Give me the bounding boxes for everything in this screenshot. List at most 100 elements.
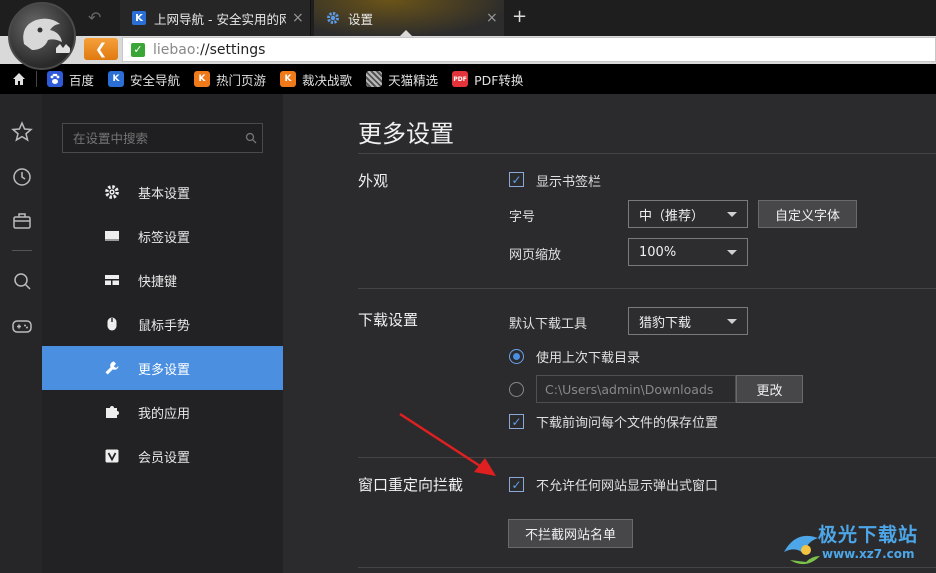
star-icon[interactable] [11, 121, 33, 143]
liebao-k-icon: K [108, 71, 125, 87]
bookmark-label: 天猫精选 [388, 72, 439, 88]
settings-search[interactable] [62, 123, 263, 153]
tab-label: 上网导航 - 安全实用的网址导航 [154, 11, 286, 27]
custom-dir-radio[interactable] [509, 382, 524, 397]
show-bookmarks-label: 显示书签栏 [536, 175, 602, 190]
download-path-field[interactable]: C:\Users\admin\Downloads [536, 375, 736, 403]
whitelist-button[interactable]: 不拦截网站名单 [508, 519, 633, 548]
checkmark-icon: ✓ [511, 477, 522, 492]
divider [358, 153, 936, 154]
puzzle-icon [104, 404, 120, 420]
tab-label: 设置 [348, 11, 374, 27]
close-icon[interactable]: × [486, 10, 498, 26]
sidebar-item-label: 更多设置 [138, 362, 191, 378]
show-bookmarks-checkbox[interactable]: ✓ [509, 172, 524, 187]
sidebar-item-label: 标签设置 [138, 230, 191, 246]
sidebar-item-basic[interactable]: 基本设置 [42, 170, 283, 214]
select-value: 中（推荐） [639, 208, 705, 224]
bookmark-baidu[interactable]: 百度 [47, 70, 94, 89]
sidebar-item-shortcuts[interactable]: 快捷键 [42, 258, 283, 302]
history-back-icon[interactable]: ↶ [88, 8, 101, 27]
sidebar-item-more[interactable]: 更多设置 [42, 346, 283, 390]
chevron-down-icon [727, 211, 737, 217]
search-icon[interactable] [245, 132, 257, 144]
back-button[interactable]: ❮ [84, 38, 118, 60]
download-tool-label: 默认下载工具 [509, 317, 588, 332]
new-tab-button[interactable]: + [512, 6, 527, 27]
search-icon[interactable] [11, 270, 33, 292]
page-title: 更多设置 [358, 120, 454, 148]
url-text: liebao://settings [153, 41, 266, 58]
bookmark-label: 热门页游 [216, 72, 267, 88]
history-clock-icon[interactable] [11, 166, 33, 188]
gamepad-icon[interactable] [11, 315, 33, 337]
secure-check-icon: ✓ [131, 42, 145, 57]
chevron-down-icon [727, 318, 737, 324]
divider [12, 250, 32, 251]
tab-navigation[interactable]: K 上网导航 - 安全实用的网址导航 × [120, 0, 311, 36]
bookmark-safe-nav[interactable]: K 安全导航 [108, 70, 180, 89]
bookmark-juedui[interactable]: K 裁决战歌 [280, 70, 352, 89]
liebao-k-icon: K [280, 71, 297, 87]
font-size-label: 字号 [509, 210, 536, 225]
ask-location-checkbox[interactable]: ✓ [509, 414, 524, 429]
mouse-icon [104, 316, 120, 332]
liebao-k-icon: K [132, 11, 146, 25]
liebao-logo-icon[interactable] [8, 2, 76, 70]
sidebar-item-my-apps[interactable]: 我的应用 [42, 390, 283, 434]
zoom-label: 网页缩放 [509, 248, 562, 263]
tab-icon [104, 228, 120, 244]
home-icon[interactable] [12, 72, 26, 86]
zoom-select[interactable]: 100% [628, 238, 748, 266]
wrench-icon [104, 360, 120, 376]
checkmark-icon: ✓ [511, 172, 522, 187]
use-last-dir-radio[interactable] [509, 349, 524, 364]
chevron-down-icon [727, 249, 737, 255]
search-input[interactable] [71, 129, 245, 147]
change-dir-button[interactable]: 更改 [736, 375, 803, 403]
pdf-icon: PDF [452, 71, 469, 87]
gear-icon [104, 184, 120, 200]
block-popup-checkbox[interactable]: ✓ [509, 477, 524, 492]
section-title-download: 下载设置 [358, 311, 419, 329]
bookmark-label: 百度 [69, 72, 95, 88]
sidebar-item-label: 快捷键 [138, 274, 178, 290]
watermark-title: 极光下载站 [818, 524, 919, 546]
section-title-appearance: 外观 [358, 172, 389, 190]
liebao-k-icon: K [194, 71, 211, 87]
radio-dot [513, 353, 520, 360]
gear-icon [326, 11, 340, 25]
sidebar-item-vip[interactable]: 会员设置 [42, 434, 283, 478]
divider [36, 71, 37, 87]
sidebar-item-label: 基本设置 [138, 186, 191, 202]
bookmark-web-games[interactable]: K 热门页游 [194, 70, 266, 89]
bookmark-tmall[interactable]: 天猫精选 [366, 70, 438, 89]
bookmark-label: 裁决战歌 [302, 72, 353, 88]
sidebar-item-mouse-gesture[interactable]: 鼠标手势 [42, 302, 283, 346]
baidu-paw-icon [47, 71, 63, 87]
bookmark-bar: 百度 K 安全导航 K 热门页游 K 裁决战歌 天猫精选 PDF PDF转换 [0, 64, 936, 94]
toolbox-icon[interactable] [11, 210, 33, 232]
keyboard-icon [104, 272, 120, 288]
url-field[interactable]: ✓ liebao://settings [122, 37, 936, 62]
qr-grid-icon [366, 71, 383, 87]
close-icon[interactable]: × [292, 10, 304, 26]
divider [358, 288, 936, 289]
bookmark-label: 安全导航 [130, 72, 181, 88]
bookmark-pdf[interactable]: PDF PDF转换 [452, 70, 523, 89]
custom-font-button[interactable]: 自定义字体 [758, 200, 857, 228]
vip-v-icon [104, 448, 120, 464]
sidebar-item-label: 会员设置 [138, 450, 191, 466]
sidebar-item-label: 鼠标手势 [138, 318, 191, 334]
ask-location-label: 下载前询问每个文件的保存位置 [536, 416, 719, 431]
select-value: 猎豹下载 [639, 315, 692, 331]
download-tool-select[interactable]: 猎豹下载 [628, 307, 748, 335]
block-popup-label: 不允许任何网站显示弹出式窗口 [536, 479, 719, 494]
annotation-arrow [399, 412, 496, 476]
watermark-url: www.xz7.com [822, 547, 915, 561]
bookmark-label: PDF转换 [474, 72, 524, 88]
select-value: 100% [639, 244, 677, 260]
sidebar-item-tabs[interactable]: 标签设置 [42, 214, 283, 258]
checkmark-icon: ✓ [511, 414, 522, 429]
font-size-select[interactable]: 中（推荐） [628, 200, 748, 228]
